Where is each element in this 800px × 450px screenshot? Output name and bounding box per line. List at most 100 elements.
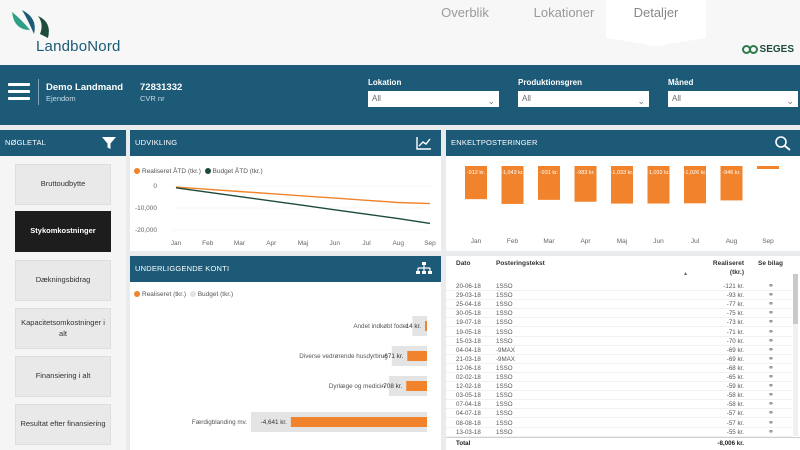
table-row[interactable]: 03-05-18 1SSO -58 kr. ⚭ [446,391,792,401]
lokation-select[interactable]: All ⌄ [368,91,499,107]
table-row[interactable]: 12-06-18 1SSO -68 kr. ⚭ [446,364,792,373]
line-chart-icon[interactable] [415,135,433,151]
top-bar: LandboNord Overblik Lokationer Detaljer … [0,0,800,65]
konti-panel: UNDERLIGGENDE KONTI Realiseret (tkr.) Bu… [130,256,441,450]
table-row[interactable]: 04-07-18 1SSO -57 kr. ⚭ [446,409,792,419]
total-label: Total [456,440,471,447]
produktionsgren-select[interactable]: All ⌄ [518,91,649,107]
x-tick-label: Apr [266,240,277,247]
nav-finansiering[interactable]: Finansiering i alt [15,356,111,397]
cell-posteringstekst: 1SSO [496,319,513,327]
attachment-link-icon[interactable]: ⚭ [768,355,774,363]
table-scrollbar[interactable] [793,274,798,436]
cell-dato: 30-05-18 [456,310,481,318]
konto-value: -4,641 kr. [261,419,288,426]
konto-label: Færdigblanding mv. [192,419,247,426]
cell-posteringstekst: 1SSO [496,419,513,427]
cell-realiseret: -75 kr. [726,310,744,318]
cell-posteringstekst: 1SSO [496,401,513,409]
nav-kapacitetsomkostninger[interactable]: Kapacitetsomkostninger i alt [15,308,111,349]
cell-posteringstekst: 1SSO [496,383,513,391]
nav-resultat[interactable]: Resultat efter finansiering [15,404,111,445]
y-tick-label: 0 [153,183,157,190]
tab-overblik[interactable]: Overblik [424,0,506,38]
scrollbar-thumb[interactable] [793,274,798,324]
farm-name: Demo Landmand [46,82,124,93]
hierarchy-icon[interactable] [415,261,433,277]
konti-header: UNDERLIGGENDE KONTI [130,256,441,282]
nav-stykomkostninger[interactable]: Stykomkostninger [15,211,111,252]
attachment-link-icon[interactable]: ⚭ [768,337,774,345]
filter-icon[interactable] [100,135,118,151]
nav-daekningsbidrag[interactable]: Dækningsbidrag [15,260,111,301]
attachment-link-icon[interactable]: ⚭ [768,300,774,308]
table-row[interactable]: 19-07-18 1SSO -73 kr. ⚭ [446,318,792,328]
attachment-link-icon[interactable]: ⚭ [768,328,774,336]
attachment-link-icon[interactable]: ⚭ [768,291,774,299]
maaned-select[interactable]: All ⌄ [668,91,798,107]
bar-sep [757,166,779,169]
attachment-link-icon[interactable]: ⚭ [768,428,774,436]
x-tick-label: Mar [543,238,555,245]
table-row[interactable]: 15-03-18 1SSO -70 kr. ⚭ [446,337,792,346]
konti-chart: -14 kr.Andet indkøbt foder-671 kr.Divers… [192,316,427,432]
konti-title: UNDERLIGGENDE KONTI [135,264,230,273]
col-dato[interactable]: Dato [456,260,470,267]
table-row[interactable]: 29-03-18 1SSO -93 kr. ⚭ [446,291,792,301]
legend-dot-realiseret [134,168,140,175]
sort-desc-icon[interactable]: ▴ [684,270,687,277]
col-posteringstekst[interactable]: Posteringstekst [496,260,545,267]
lokation-label: Lokation [368,78,402,87]
attachment-link-icon[interactable]: ⚭ [768,318,774,326]
tab-lokationer[interactable]: Lokationer [518,0,610,38]
attachment-link-icon[interactable]: ⚭ [768,391,774,399]
attachment-link-icon[interactable]: ⚭ [768,409,774,417]
x-tick-label: Jun [653,238,664,245]
bar-data-label: -1,033 kr. [611,170,634,176]
cell-realiseret: -58 kr. [726,401,744,409]
table-row[interactable]: 12-02-18 1SSO -59 kr. ⚭ [446,382,792,392]
table-row[interactable]: 02-02-18 1SSO -65 kr. ⚭ [446,373,792,383]
cell-dato: 04-07-18 [456,410,481,418]
cvr-label: CVR nr [140,94,165,103]
attachment-link-icon[interactable]: ⚭ [768,382,774,390]
attachment-link-icon[interactable]: ⚭ [768,419,774,427]
table-row[interactable]: 04-04-18 -9MAX -69 kr. ⚭ [446,346,792,355]
x-tick-label: Jan [471,238,482,245]
x-tick-label: Jul [691,238,700,245]
col-realiseret[interactable]: Realiseret (tkr.) [704,260,744,278]
table-row[interactable]: 19-05-18 1SSO -71 kr. ⚭ [446,328,792,337]
attachment-link-icon[interactable]: ⚭ [768,346,774,354]
attachment-link-icon[interactable]: ⚭ [768,400,774,408]
table-row[interactable]: 07-04-18 1SSO -58 kr. ⚭ [446,400,792,410]
legend-dot-realiseret [134,291,140,298]
x-tick-label: Maj [298,240,308,247]
cell-dato: 19-07-18 [456,319,481,327]
udvikling-header: UDVIKLING [130,130,441,156]
search-icon[interactable] [774,135,792,151]
table-row[interactable]: 21-03-18 -9MAX -69 kr. ⚭ [446,355,792,364]
maaned-label: Måned [668,78,694,87]
col-se-bilag[interactable]: Se bilag [758,260,783,267]
bar-data-label: -983 kr. [576,170,595,176]
cell-posteringstekst: 1SSO [496,364,513,372]
legend-realiseret: Realiseret ÅTD (tkr.) [142,168,201,175]
attachment-link-icon[interactable]: ⚭ [768,373,774,381]
realiseret-line [175,186,431,205]
y-tick-label: -20,000 [135,227,157,234]
tab-detaljer[interactable]: Detaljer [606,0,706,46]
attachment-link-icon[interactable]: ⚭ [768,282,774,290]
attachment-link-icon[interactable]: ⚭ [768,309,774,317]
x-tick-label: Maj [617,238,627,245]
table-row[interactable]: 25-04-18 1SSO -77 kr. ⚭ [446,300,792,310]
table-row[interactable]: 30-05-18 1SSO -75 kr. ⚭ [446,309,792,319]
realiseret-bar [407,351,427,361]
table-row[interactable]: 08-08-18 1SSO -57 kr. ⚭ [446,419,792,428]
table-row[interactable]: 13-03-18 1SSO -55 kr. ⚭ [446,428,792,437]
divider [38,79,39,105]
table-row[interactable]: 20-06-18 1SSO -121 kr. ⚭ [446,282,792,292]
hamburger-menu-icon[interactable] [8,83,30,101]
attachment-link-icon[interactable]: ⚭ [768,364,774,372]
cell-posteringstekst: 1SSO [496,337,513,345]
nav-bruttoudbytte[interactable]: Bruttoudbytte [15,164,111,205]
